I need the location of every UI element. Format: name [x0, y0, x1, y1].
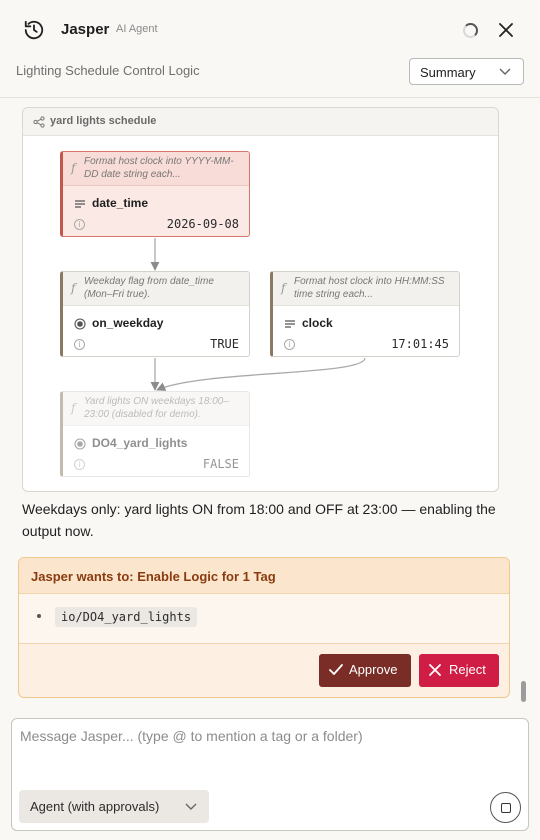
scrollbar-thumb[interactable]	[521, 681, 526, 702]
node-do4-yard-lights[interactable]: f Yard lights ON weekdays 18:00–23:00 (d…	[60, 391, 250, 477]
info-icon[interactable]: i	[74, 219, 85, 230]
agent-mode-select[interactable]: Agent (with approvals)	[19, 790, 209, 823]
function-icon: f	[71, 401, 76, 415]
radio-icon	[74, 318, 86, 330]
node-name: date_time	[92, 196, 149, 210]
node-value: 2026-09-08	[166, 217, 239, 231]
approval-title: Jasper wants to: Enable Logic for 1 Tag	[31, 569, 276, 584]
function-icon: f	[71, 161, 76, 175]
stop-button[interactable]	[490, 792, 521, 823]
node-description: Weekday flag from date_time (Mon–Fri tru…	[84, 276, 214, 300]
approval-header: Jasper wants to: Enable Logic for 1 Tag	[19, 558, 509, 594]
node-value: 17:01:45	[391, 337, 449, 351]
node-value: TRUE	[210, 337, 239, 351]
node-name: clock	[302, 316, 333, 330]
header: Jasper AI Agent	[0, 0, 540, 60]
node-on-weekday[interactable]: f Weekday flag from date_time (Mon–Fri t…	[60, 271, 250, 357]
function-icon: f	[281, 281, 286, 295]
node-description: Format host clock into YYYY-MM-DD date s…	[84, 156, 234, 180]
node-value: FALSE	[202, 457, 239, 471]
text-lines-icon	[75, 200, 85, 208]
message-composer: Agent (with approvals)	[11, 718, 529, 831]
approval-card: Jasper wants to: Enable Logic for 1 Tag …	[18, 557, 510, 698]
approve-label: Approve	[349, 662, 398, 677]
history-icon[interactable]	[23, 19, 45, 41]
agent-message: Weekdays only: yard lights ON from 18:00…	[22, 501, 496, 539]
node-name: DO4_yard_lights	[92, 436, 188, 450]
agent-mode-value: Agent (with approvals)	[30, 799, 160, 814]
info-icon[interactable]: i	[74, 459, 85, 470]
tag-chip: io/DO4_yard_lights	[55, 607, 198, 627]
list-bullet	[37, 614, 41, 618]
node-clock[interactable]: f Format host clock into HH:MM:SS time s…	[270, 271, 460, 357]
agent-name: Jasper	[61, 21, 110, 38]
chevron-down-icon	[185, 803, 197, 810]
close-icon[interactable]	[496, 20, 516, 40]
info-icon[interactable]: i	[74, 339, 85, 350]
node-description: Format host clock into HH:MM:SS time str…	[294, 276, 445, 300]
approval-tag-list: io/DO4_yard_lights	[19, 594, 509, 644]
radio-icon	[74, 438, 86, 450]
node-description: Yard lights ON weekdays 18:00–23:00 (dis…	[84, 396, 229, 420]
view-select-value: Summary	[420, 65, 476, 80]
header-divider	[0, 97, 540, 98]
text-lines-icon	[285, 320, 295, 328]
info-icon[interactable]: i	[284, 339, 295, 350]
agent-role-label: AI Agent	[116, 23, 158, 35]
close-icon	[429, 664, 441, 676]
logic-graph-card: yard lights schedule f Format host clock…	[22, 107, 499, 492]
node-date-time[interactable]: f Format host clock into YYYY-MM-DD date…	[60, 151, 250, 237]
view-select[interactable]: Summary	[409, 58, 524, 85]
reject-button[interactable]: Reject	[419, 654, 499, 687]
approve-button[interactable]: Approve	[319, 654, 411, 687]
check-icon	[329, 664, 343, 675]
chevron-down-icon	[499, 68, 511, 75]
reject-label: Reject	[449, 662, 486, 677]
stop-icon	[501, 803, 511, 813]
conversation-title: Lighting Schedule Control Logic	[16, 63, 200, 78]
edge-clock-to-yard-lights	[156, 357, 366, 391]
loading-spinner-icon	[463, 23, 478, 38]
message-input[interactable]	[20, 728, 520, 778]
function-icon: f	[71, 281, 76, 295]
node-name: on_weekday	[92, 316, 164, 330]
